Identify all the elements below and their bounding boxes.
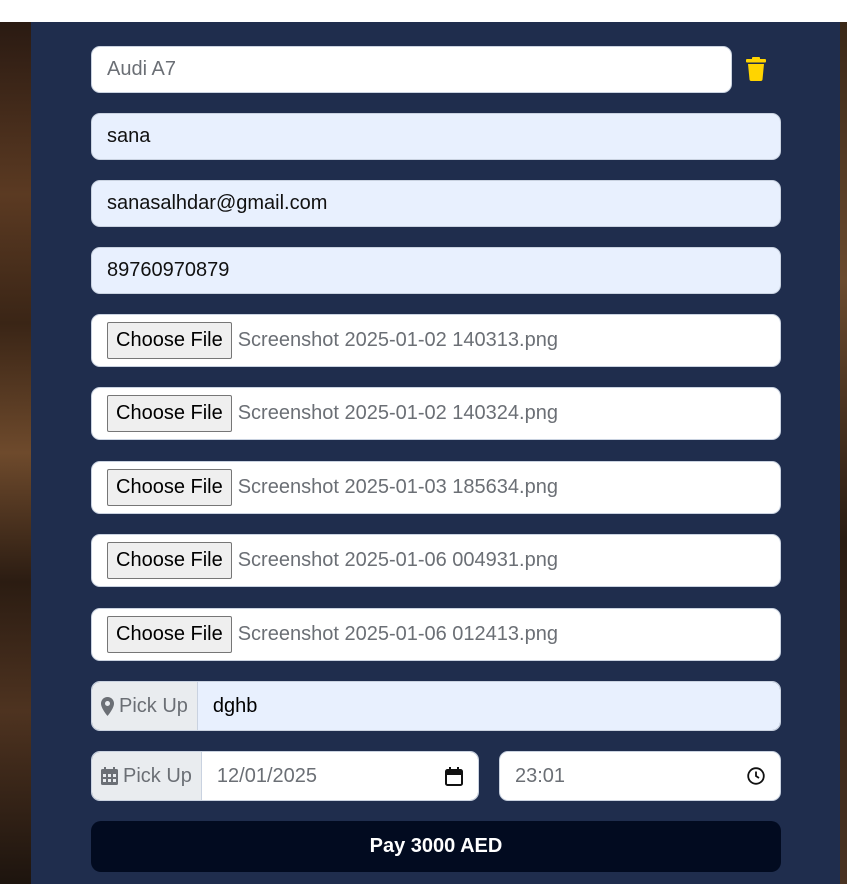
file-name: Screenshot 2025-01-02 140324.png xyxy=(237,402,558,424)
pickup-time-value: 23:01 xyxy=(515,764,566,787)
choose-file-button[interactable]: Choose File xyxy=(107,542,232,579)
choose-file-button[interactable]: Choose File xyxy=(107,322,232,359)
trash-icon[interactable] xyxy=(745,57,767,81)
name-field[interactable]: sana xyxy=(91,113,781,160)
pickup-location-addon: Pick Up xyxy=(92,682,198,730)
pickup-date-addon: Pick Up xyxy=(92,752,202,800)
background-image-left xyxy=(0,22,31,884)
pickup-time-input[interactable]: 23:01 xyxy=(499,751,781,801)
file-input-5[interactable]: Choose File Screenshot 2025-01-06 012413… xyxy=(91,608,781,661)
pickup-date-input[interactable]: 12/01/2025 xyxy=(201,752,478,800)
pickup-date-label: Pick Up xyxy=(123,764,192,787)
pickup-date-value: 12/01/2025 xyxy=(216,764,318,787)
calendar-icon xyxy=(101,767,118,785)
name-value: sana xyxy=(107,125,151,147)
pay-button[interactable]: Pay 3000 AED xyxy=(91,821,781,872)
pickup-location-value: dghb xyxy=(212,694,258,717)
car-name-value: Audi A7 xyxy=(107,58,176,80)
file-name: Screenshot 2025-01-06 012413.png xyxy=(237,623,558,645)
choose-file-button[interactable]: Choose File xyxy=(107,395,232,432)
phone-field[interactable]: 89760970879 xyxy=(91,247,781,294)
file-input-1[interactable]: Choose File Screenshot 2025-01-02 140313… xyxy=(91,314,781,367)
car-name-field[interactable]: Audi A7 xyxy=(91,46,732,93)
email-field[interactable]: sanasalhdar@gmail.com xyxy=(91,180,781,227)
map-marker-icon xyxy=(101,696,114,716)
background-image-right xyxy=(840,22,847,884)
pickup-location-group: Pick Up dghb xyxy=(91,681,781,731)
file-input-2[interactable]: Choose File Screenshot 2025-01-02 140324… xyxy=(91,387,781,440)
pickup-location-input[interactable]: dghb xyxy=(197,682,780,730)
email-value: sanasalhdar@gmail.com xyxy=(107,192,328,214)
file-name: Screenshot 2025-01-03 185634.png xyxy=(237,476,558,498)
file-input-4[interactable]: Choose File Screenshot 2025-01-06 004931… xyxy=(91,534,781,587)
pickup-location-label: Pick Up xyxy=(119,694,188,717)
choose-file-button[interactable]: Choose File xyxy=(107,616,232,653)
file-name: Screenshot 2025-01-02 140313.png xyxy=(237,329,558,351)
phone-value: 89760970879 xyxy=(107,259,230,281)
file-input-3[interactable]: Choose File Screenshot 2025-01-03 185634… xyxy=(91,461,781,514)
clock-icon[interactable] xyxy=(747,767,765,785)
calendar-picker-icon[interactable] xyxy=(445,766,463,786)
pickup-date-group: Pick Up 12/01/2025 xyxy=(91,751,479,801)
choose-file-button[interactable]: Choose File xyxy=(107,469,232,506)
file-name: Screenshot 2025-01-06 004931.png xyxy=(237,549,558,571)
